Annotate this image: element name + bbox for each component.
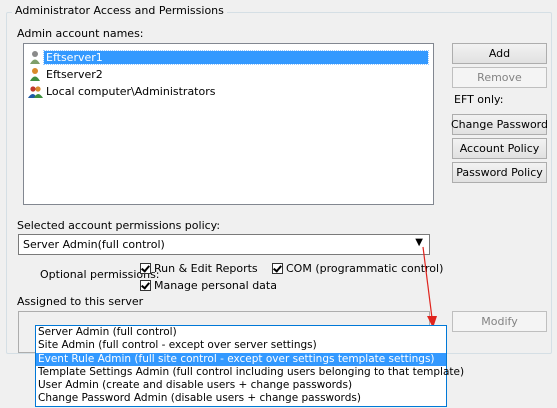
checkbox-checked-icon[interactable]	[272, 263, 283, 274]
list-item[interactable]: Local computer\Administrators	[28, 83, 217, 100]
list-item-label: Eftserver2	[46, 68, 103, 81]
policy-selected-value: Server Admin(full control)	[23, 238, 165, 251]
checkbox-checked-icon[interactable]	[140, 280, 151, 291]
admin-account-list[interactable]: Eftserver1 Eftserver2 Local computer\Adm…	[23, 43, 434, 205]
password-policy-button[interactable]: Password Policy	[452, 162, 547, 183]
run-edit-reports-checkbox[interactable]: Run & Edit Reports	[140, 262, 258, 275]
policy-dropdown-list[interactable]: Server Admin (full control) Site Admin (…	[35, 325, 464, 407]
user-icon	[28, 67, 43, 82]
dropdown-option[interactable]: Server Admin (full control)	[36, 326, 446, 339]
assigned-label: Assigned to this server	[17, 295, 144, 308]
list-item-label: Eftserver1	[43, 50, 429, 65]
remove-button[interactable]: Remove	[452, 67, 547, 88]
dropdown-option[interactable]: Template Settings Admin (full control in…	[36, 366, 464, 379]
eft-only-label: EFT only:	[454, 93, 504, 106]
policy-select[interactable]: Server Admin(full control) ▼	[18, 234, 430, 255]
dropdown-option[interactable]: Site Admin (full control - except over s…	[36, 339, 446, 352]
checkbox-checked-icon[interactable]	[140, 263, 151, 274]
group-title: Administrator Access and Permissions	[12, 4, 227, 17]
list-item[interactable]: Eftserver1	[28, 49, 429, 66]
manage-personal-data-label: Manage personal data	[154, 279, 277, 292]
policy-label: Selected account permissions policy:	[17, 219, 221, 232]
modify-button[interactable]: Modify	[452, 311, 547, 332]
manage-personal-data-checkbox[interactable]: Manage personal data	[140, 279, 277, 292]
dropdown-option[interactable]: Event Rule Admin (full site control - ex…	[36, 352, 446, 366]
account-policy-button[interactable]: Account Policy	[452, 138, 547, 159]
annotation-arrow-icon	[422, 246, 437, 328]
dropdown-option[interactable]: Change Password Admin (disable users + c…	[36, 392, 446, 405]
add-button[interactable]: Add	[452, 43, 547, 64]
group-users-icon	[28, 84, 43, 99]
list-item-label: Local computer\Administrators	[46, 85, 216, 98]
change-password-button[interactable]: Change Password	[451, 114, 548, 135]
admin-names-label: Admin account names:	[17, 27, 144, 40]
user-icon	[28, 50, 43, 65]
run-edit-reports-label: Run & Edit Reports	[154, 262, 258, 275]
dropdown-option[interactable]: User Admin (create and disable users + c…	[36, 379, 446, 392]
list-item[interactable]: Eftserver2	[28, 66, 105, 83]
